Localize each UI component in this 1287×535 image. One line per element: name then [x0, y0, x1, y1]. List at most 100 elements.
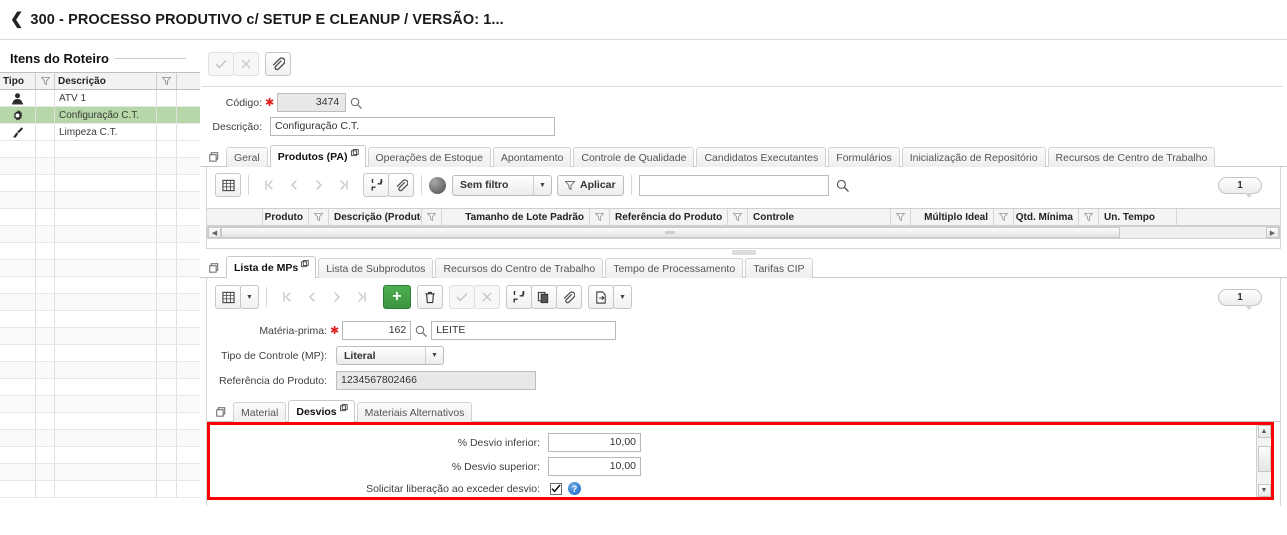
hscroll-thumb[interactable]	[221, 227, 1120, 238]
tab-produtos-pa[interactable]: Produtos (PA)	[269, 145, 366, 167]
tab-detach-icon[interactable]	[339, 404, 348, 412]
tab-lista-de-subprodutos[interactable]: Lista de Subprodutos	[318, 258, 434, 278]
tab-opera-es-de-estoque[interactable]: Operações de Estoque	[367, 147, 491, 167]
pa-column-filter-icon[interactable]	[309, 209, 329, 225]
route-item-row[interactable]: Limpeza C.T.	[0, 124, 200, 141]
desvio-inferior-field[interactable]: 10,00	[548, 433, 641, 452]
tab-recursos-de-centro-de-trabalho[interactable]: Recursos de Centro de Trabalho	[1047, 147, 1216, 167]
tab-apontamento[interactable]: Apontamento	[492, 147, 572, 167]
pa-column-filter-icon[interactable]	[728, 209, 748, 225]
pa-column-filter-icon[interactable]	[1079, 209, 1099, 225]
mp-last-page-button[interactable]	[349, 285, 375, 309]
chevron-left-icon[interactable]: ❮	[10, 11, 23, 28]
panel-splitter[interactable]	[200, 249, 1287, 256]
filter-select[interactable]: Sem filtro ▼	[452, 174, 552, 196]
mp-copy-button[interactable]	[530, 285, 557, 309]
route-item-row[interactable]: Configuração C.T.	[0, 107, 200, 124]
mp-next-page-button[interactable]	[324, 285, 350, 309]
descricao-field[interactable]: Configuração C.T.	[270, 117, 555, 136]
pa-record-count-badge[interactable]: 1	[1218, 176, 1262, 198]
apply-filter-button[interactable]: Aplicar	[557, 174, 624, 196]
scroll-down-arrow[interactable]: ▼	[1257, 484, 1271, 497]
mp-first-page-button[interactable]	[274, 285, 300, 309]
chevron-down-icon[interactable]: ▼	[425, 347, 443, 364]
mp-record-count-badge[interactable]: 1	[1218, 288, 1262, 310]
mp-previous-page-button[interactable]	[299, 285, 325, 309]
pa-column-header-un-tempo[interactable]: Un. Tempo	[1099, 209, 1177, 225]
windows-restore-icon[interactable]	[213, 402, 229, 422]
add-record-button[interactable]: +	[382, 285, 411, 309]
confirm-button[interactable]	[208, 52, 234, 76]
route-item-row[interactable]: ATV 1	[0, 90, 200, 107]
tab-desvios[interactable]: Desvios	[288, 400, 355, 422]
mp-export-button[interactable]	[587, 285, 614, 309]
grid-view-button[interactable]	[215, 173, 241, 197]
pa-column-header-m-ltiplo-ideal[interactable]: Múltiplo Ideal	[911, 209, 994, 225]
solicitar-liberacao-checkbox[interactable]	[550, 482, 562, 495]
mp-refresh-button[interactable]	[505, 285, 532, 309]
attachment-button[interactable]	[265, 52, 291, 76]
first-page-button[interactable]	[256, 173, 282, 197]
pa-column-filter-icon[interactable]	[891, 209, 911, 225]
desvios-vertical-scrollbar[interactable]: ▲ ▼	[1256, 425, 1271, 497]
windows-restore-icon[interactable]	[206, 147, 222, 167]
desvio-superior-field[interactable]: 10,00	[548, 457, 641, 476]
hscroll-right-arrow[interactable]: ▶	[1266, 227, 1279, 238]
filter-icon-descricao[interactable]	[157, 73, 177, 89]
tab-tarifas-cip[interactable]: Tarifas CIP	[745, 258, 813, 278]
pa-column-header-descri-o-produto[interactable]: Descrição (Produto)	[329, 209, 422, 225]
column-header-descricao[interactable]: Descrição	[55, 73, 157, 89]
mp-cancel-button[interactable]	[473, 285, 500, 309]
pa-column-header-tamanho-de-lote-padr-o[interactable]: Tamanho de Lote Padrão	[442, 209, 590, 225]
delete-record-button[interactable]	[416, 285, 443, 309]
mp-attachment-button[interactable]	[555, 285, 582, 309]
materia-prima-lookup-icon[interactable]	[415, 325, 427, 337]
pa-attachment-button[interactable]	[388, 173, 414, 197]
vscroll-track[interactable]	[1257, 438, 1271, 484]
pa-column-header-produto[interactable]: Produto	[263, 209, 309, 225]
pa-column-filter-icon[interactable]	[994, 209, 1014, 225]
pa-column-header-qtd-m-nima[interactable]: Qtd. Mínima	[1014, 209, 1079, 225]
last-page-button[interactable]	[331, 173, 357, 197]
pa-column-header-refer-ncia-do-produto[interactable]: Referência do Produto	[610, 209, 728, 225]
mp-grid-view-button[interactable]	[215, 285, 241, 309]
tab-material[interactable]: Material	[233, 402, 287, 422]
mp-grid-view-dropdown[interactable]: ▼	[240, 285, 259, 309]
magnifier-icon[interactable]	[350, 97, 362, 109]
tipo-controle-select[interactable]: Literal ▼	[336, 346, 444, 365]
tab-detach-icon[interactable]	[350, 149, 359, 157]
tab-geral[interactable]: Geral	[226, 147, 268, 167]
filter-icon-tipo[interactable]	[36, 73, 55, 89]
tab-detach-icon[interactable]	[301, 260, 309, 268]
search-magnifier-icon[interactable]	[836, 179, 849, 192]
tab-recursos-do-centro-de-trabalho[interactable]: Recursos do Centro de Trabalho	[435, 258, 604, 278]
search-input[interactable]	[638, 174, 829, 196]
tab-controle-de-qualidade[interactable]: Controle de Qualidade	[573, 147, 695, 167]
hscroll-left-arrow[interactable]: ◀	[208, 227, 221, 238]
scroll-up-arrow[interactable]: ▲	[1257, 425, 1271, 438]
column-header-tipo[interactable]: Tipo	[0, 73, 36, 89]
tab-tempo-de-processamento[interactable]: Tempo de Processamento	[605, 258, 744, 278]
cancel-button[interactable]	[233, 52, 259, 76]
chevron-down-icon[interactable]: ▼	[533, 175, 551, 195]
pa-horizontal-scrollbar[interactable]: ◀ ▶	[207, 226, 1280, 239]
materia-prima-code-field[interactable]: 162	[342, 321, 412, 340]
globe-icon[interactable]	[429, 176, 446, 194]
splitter-grip[interactable]	[731, 250, 756, 255]
tab-formul-rios[interactable]: Formulários	[828, 147, 900, 167]
tab-materiais-alternativos[interactable]: Materiais Alternativos	[356, 402, 473, 422]
windows-restore-icon[interactable]	[206, 258, 222, 278]
materia-prima-name-field[interactable]: LEITE	[431, 321, 617, 340]
tab-candidatos-executantes[interactable]: Candidatos Executantes	[696, 147, 827, 167]
mp-confirm-button[interactable]	[448, 285, 475, 309]
pa-column-header-controle[interactable]: Controle	[748, 209, 891, 225]
tab-lista-de-mps[interactable]: Lista de MPs	[226, 256, 317, 278]
next-page-button[interactable]	[306, 173, 332, 197]
mp-export-dropdown[interactable]: ▼	[612, 285, 632, 309]
vscroll-thumb[interactable]	[1257, 446, 1271, 472]
tab-inicializa-o-de-reposit-rio[interactable]: Inicialização de Repositório	[901, 147, 1046, 167]
previous-page-button[interactable]	[281, 173, 307, 197]
pa-column-filter-icon[interactable]	[590, 209, 610, 225]
hscroll-track[interactable]	[221, 227, 1266, 238]
pa-column-filter-icon[interactable]	[422, 209, 442, 225]
